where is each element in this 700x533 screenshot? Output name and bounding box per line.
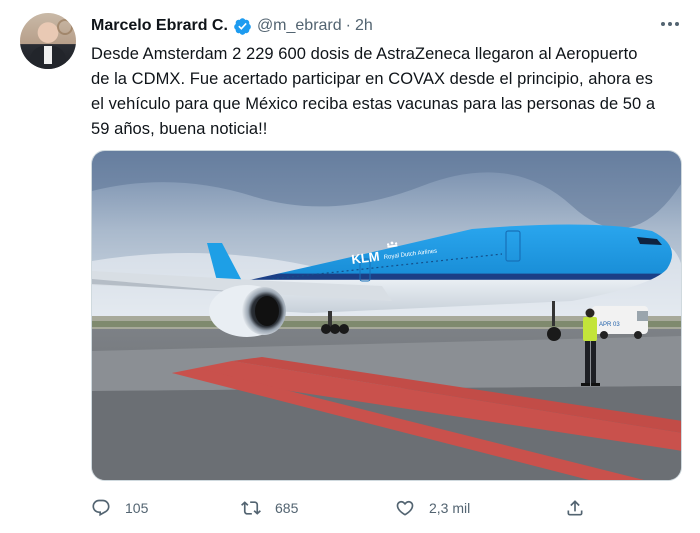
- tweet-text-line: Desde Amsterdam 2 229 600 dosis de Astra…: [91, 45, 638, 63]
- seal-decoration: [57, 19, 73, 35]
- like-icon: [396, 500, 414, 516]
- retweet-icon: [241, 501, 261, 515]
- avatar-shirt: [44, 46, 52, 64]
- tweet: Marcelo Ebrard C. @m_ebrard · 2h Desde A…: [0, 0, 700, 533]
- verified-badge-icon: [234, 17, 251, 35]
- share-icon: [567, 500, 583, 516]
- like-count: 2,3 mil: [429, 500, 471, 516]
- retweet-count: 685: [275, 500, 299, 516]
- more-options-icon[interactable]: [656, 12, 684, 36]
- tweet-actions: 105 685 2,3 mil: [91, 495, 591, 521]
- reply-icon: [92, 499, 110, 517]
- tweet-text-line: de la CDMX. Fue acertado participar en C…: [91, 70, 653, 88]
- reply-count: 105: [125, 500, 149, 516]
- tweet-photo[interactable]: APR 03 KLM Royal Dutch Airlines: [91, 150, 682, 481]
- avatar[interactable]: [20, 13, 76, 69]
- vehicle-plate: APR 03: [599, 322, 620, 328]
- tweet-text-line: 59 años, buena noticia!!: [91, 120, 268, 138]
- timestamp[interactable]: 2h: [355, 17, 373, 35]
- tweet-text-line: el vehículo para que México reciba estas…: [91, 95, 656, 113]
- reply-button[interactable]: 105: [91, 495, 148, 521]
- tweet-header: Marcelo Ebrard C. @m_ebrard · 2h: [91, 14, 373, 38]
- author-name[interactable]: Marcelo Ebrard C.: [91, 17, 228, 35]
- airplane-photo: APR 03 KLM Royal Dutch Airlines: [92, 151, 681, 480]
- author-handle[interactable]: @m_ebrard: [257, 17, 342, 35]
- share-button[interactable]: [565, 495, 585, 521]
- tweet-text: Desde Amsterdam 2 229 600 dosis de Astra…: [91, 42, 681, 142]
- retweet-button[interactable]: 685: [241, 495, 298, 521]
- like-button[interactable]: 2,3 mil: [395, 495, 470, 521]
- separator-dot: ·: [345, 17, 351, 34]
